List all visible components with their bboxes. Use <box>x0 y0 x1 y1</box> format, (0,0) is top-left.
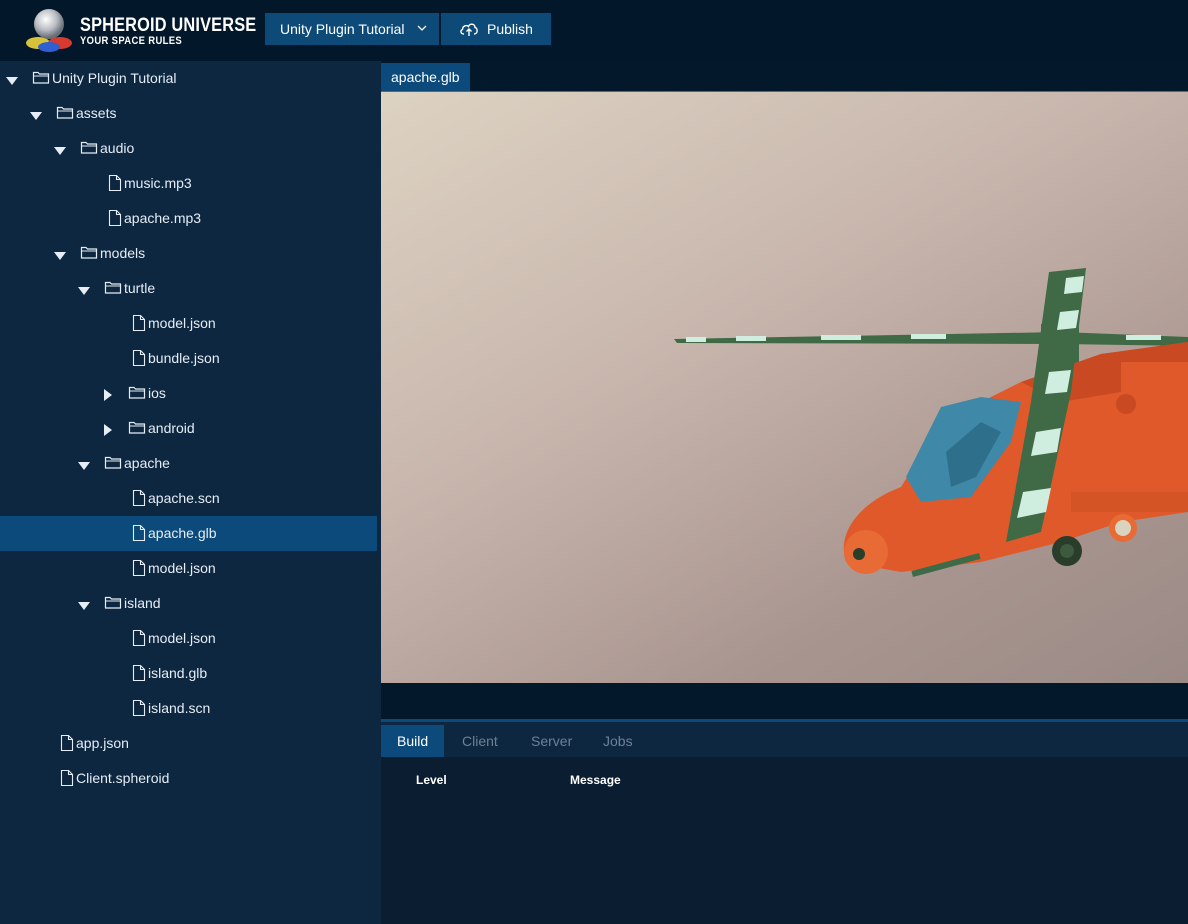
tree-folder-android[interactable]: android <box>0 411 377 446</box>
tree-item-label: island.glb <box>148 665 208 681</box>
folder-open-icon <box>104 454 122 473</box>
apache-helicopter-model <box>674 268 1188 577</box>
tree-folder-unity-plugin-tutorial[interactable]: Unity Plugin Tutorial <box>0 61 377 96</box>
tree-folder-models[interactable]: models <box>0 236 377 271</box>
column-header-message[interactable]: Message <box>570 773 621 787</box>
file-icon <box>60 734 74 755</box>
tree-item-label: models <box>100 245 146 261</box>
tab-apache-glb[interactable]: apache.glb <box>381 63 470 91</box>
tab-build[interactable]: Build <box>381 725 445 757</box>
tree-file-model-json[interactable]: model.json <box>0 306 377 341</box>
file-icon <box>132 524 146 545</box>
tree-item-label: ios <box>148 385 166 401</box>
tree-item-label: model.json <box>148 630 216 646</box>
file-icon <box>132 699 146 720</box>
file-icon <box>132 349 146 370</box>
caret-down-icon[interactable] <box>6 73 18 89</box>
tree-file-apache-mp3[interactable]: apache.mp3 <box>0 201 377 236</box>
caret-down-icon[interactable] <box>30 108 42 124</box>
tree-file-bundle-json[interactable]: bundle.json <box>0 341 377 376</box>
tree-item-label: apache.mp3 <box>124 210 202 226</box>
tree-file-music-mp3[interactable]: music.mp3 <box>0 166 377 201</box>
caret-down-icon[interactable] <box>54 248 66 264</box>
tree-file-apache-scn[interactable]: apache.scn <box>0 481 377 516</box>
tab-server[interactable]: Server <box>515 725 588 757</box>
column-header-level[interactable]: Level <box>416 773 447 787</box>
folder-open-icon <box>32 69 50 88</box>
tree-item-label: Client.spheroid <box>76 770 170 786</box>
file-icon <box>132 664 146 685</box>
tree-file-client-spheroid[interactable]: Client.spheroid <box>0 761 377 796</box>
file-icon <box>132 489 146 510</box>
file-icon <box>132 314 146 335</box>
project-selector-label: Unity Plugin Tutorial <box>280 21 405 37</box>
tree-item-label: Unity Plugin Tutorial <box>52 70 177 86</box>
tree-item-label: audio <box>100 140 135 156</box>
output-tab-bar: Build Client Server Jobs <box>381 719 1188 757</box>
tab-client[interactable]: Client <box>446 725 514 757</box>
logo-title: SPHEROID UNIVERSE <box>80 15 257 36</box>
model-viewport[interactable] <box>381 91 1188 683</box>
caret-right-icon[interactable] <box>103 388 113 404</box>
logo-tagline: YOUR SPACE RULES <box>80 35 183 47</box>
tab-jobs[interactable]: Jobs <box>587 725 649 757</box>
tree-item-label: android <box>148 420 195 436</box>
tree-file-app-json[interactable]: app.json <box>0 726 377 761</box>
caret-right-icon[interactable] <box>103 423 113 439</box>
folder-open-icon <box>80 139 98 158</box>
tree-folder-ios[interactable]: ios <box>0 376 377 411</box>
project-file-tree: Unity Plugin Tutorial assets audio music.mp… <box>0 61 381 924</box>
caret-down-icon[interactable] <box>54 143 66 159</box>
tree-folder-island[interactable]: island <box>0 586 377 621</box>
tree-file-model-json[interactable]: model.json <box>0 551 377 586</box>
tree-item-label: assets <box>76 105 117 121</box>
file-icon <box>108 174 122 195</box>
tree-file-island-scn[interactable]: island.scn <box>0 691 377 726</box>
tree-item-label: bundle.json <box>148 350 220 366</box>
caret-down-icon[interactable] <box>78 283 90 299</box>
tree-file-model-json[interactable]: model.json <box>0 621 377 656</box>
tree-item-label: island <box>124 595 161 611</box>
publish-button[interactable]: Publish <box>441 13 551 45</box>
build-log-panel: Level Message <box>381 757 1188 924</box>
tree-folder-audio[interactable]: audio <box>0 131 377 166</box>
tree-item-label: app.json <box>76 735 129 751</box>
publish-label: Publish <box>487 21 533 37</box>
tree-file-apache-glb[interactable]: apache.glb <box>0 516 377 551</box>
file-icon <box>132 629 146 650</box>
tree-item-label: apache <box>124 455 170 471</box>
tree-item-label: island.scn <box>148 700 211 716</box>
folder-open-icon <box>104 279 122 298</box>
tree-item-label: turtle <box>124 280 156 296</box>
tree-item-label: model.json <box>148 560 216 576</box>
tree-item-label: apache.scn <box>148 490 220 506</box>
tree-folder-assets[interactable]: assets <box>0 96 377 131</box>
tree-folder-turtle[interactable]: turtle <box>0 271 377 306</box>
folder-open-icon <box>56 104 74 123</box>
file-icon <box>132 559 146 580</box>
caret-down-icon[interactable] <box>78 458 90 474</box>
top-header: SPHEROID UNIVERSE YOUR SPACE RULES Unity… <box>0 0 1188 61</box>
tree-folder-apache[interactable]: apache <box>0 446 377 481</box>
editor-tab-bar: apache.glb <box>381 61 1188 91</box>
tree-item-label: model.json <box>148 315 216 331</box>
cloud-upload-icon <box>460 23 478 36</box>
spheroid-universe-logo[interactable]: SPHEROID UNIVERSE YOUR SPACE RULES <box>22 4 256 56</box>
tree-item-label: music.mp3 <box>124 175 192 191</box>
folder-open-icon <box>80 244 98 263</box>
project-selector-dropdown[interactable]: Unity Plugin Tutorial <box>265 13 439 45</box>
file-icon <box>108 209 122 230</box>
spheroid-logo-icon <box>26 9 72 52</box>
chevron-down-icon <box>417 25 427 31</box>
folder-icon <box>128 419 146 438</box>
tree-file-island-glb[interactable]: island.glb <box>0 656 377 691</box>
tree-item-label: apache.glb <box>148 525 217 541</box>
folder-icon <box>128 384 146 403</box>
caret-down-icon[interactable] <box>78 598 90 614</box>
viewport-status-strip <box>381 683 1188 719</box>
folder-open-icon <box>104 594 122 613</box>
file-icon <box>60 769 74 790</box>
